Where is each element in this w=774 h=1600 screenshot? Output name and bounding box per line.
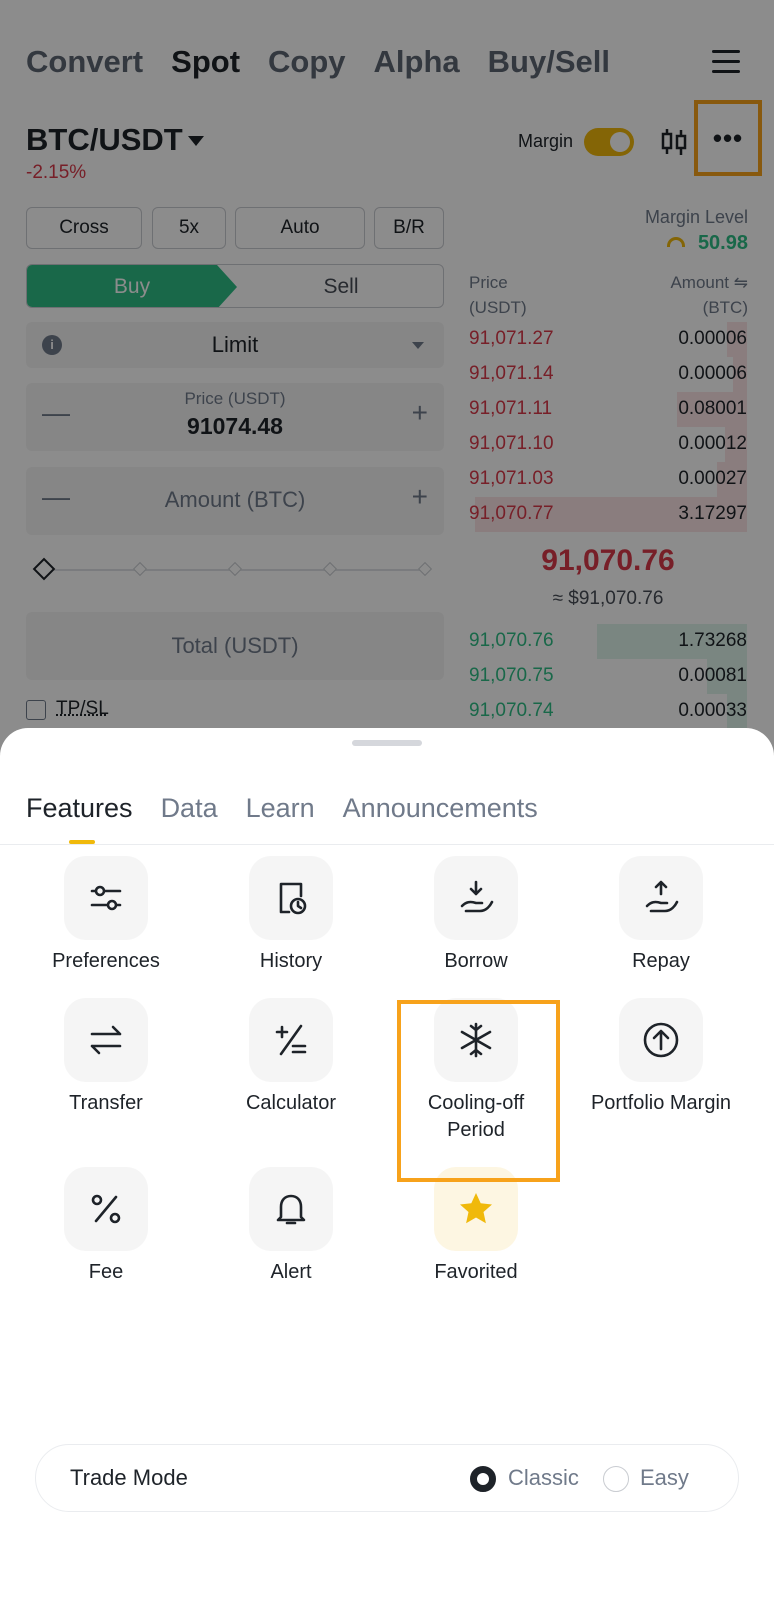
sheet-drag-handle[interactable] — [352, 740, 422, 746]
feature-portfolio-margin[interactable]: Portfolio Margin — [566, 998, 756, 1117]
feature-favorited[interactable]: Favorited — [381, 1167, 571, 1286]
feature-fee[interactable]: Fee — [11, 1167, 201, 1286]
feature-label: Borrow — [444, 950, 508, 972]
arrow-up-circle-icon — [619, 998, 703, 1082]
easy-option[interactable]: Easy — [640, 1465, 689, 1491]
modal-overlay[interactable] — [0, 0, 774, 760]
feature-label: Portfolio Margin — [590, 1092, 732, 1114]
feature-repay[interactable]: Repay — [566, 856, 756, 975]
feature-label: Repay — [632, 950, 690, 972]
sheet-tabs: Features Data Learn Announcements — [26, 793, 538, 824]
feature-transfer[interactable]: Transfer — [11, 998, 201, 1117]
feature-alert[interactable]: Alert — [196, 1167, 386, 1286]
feature-label: Favorited — [434, 1261, 518, 1283]
tab-features[interactable]: Features — [26, 793, 133, 824]
tab-announcements[interactable]: Announcements — [343, 793, 538, 824]
cooling-off-highlight — [397, 1000, 560, 1182]
percent-icon — [64, 1167, 148, 1251]
repay-icon — [619, 856, 703, 940]
feature-label: Calculator — [245, 1092, 337, 1114]
trade-mode-label: Trade Mode — [70, 1465, 188, 1490]
feature-label: History — [259, 950, 323, 972]
feature-label: Alert — [270, 1261, 312, 1283]
feature-preferences[interactable]: Preferences — [11, 856, 201, 975]
history-icon — [249, 856, 333, 940]
tab-learn[interactable]: Learn — [246, 793, 315, 824]
transfer-icon — [64, 998, 148, 1082]
classic-option[interactable]: Classic — [508, 1465, 579, 1491]
tab-data[interactable]: Data — [161, 793, 218, 824]
calculator-icon — [249, 998, 333, 1082]
easy-radio[interactable] — [603, 1466, 629, 1492]
sliders-icon — [64, 856, 148, 940]
feature-label: Preferences — [52, 950, 160, 972]
feature-borrow[interactable]: Borrow — [381, 856, 571, 975]
more-options-sheet: Features Data Learn Announcements Prefer… — [0, 728, 774, 1600]
bell-icon — [249, 1167, 333, 1251]
borrow-icon — [434, 856, 518, 940]
feature-label: Fee — [88, 1261, 124, 1283]
tabs-divider — [0, 844, 774, 845]
feature-calculator[interactable]: Calculator — [196, 998, 386, 1117]
feature-label: Transfer — [69, 1092, 143, 1114]
feature-history[interactable]: History — [196, 856, 386, 975]
classic-radio[interactable] — [470, 1466, 496, 1492]
trade-mode-bar: Trade Mode Classic Easy — [35, 1444, 739, 1512]
